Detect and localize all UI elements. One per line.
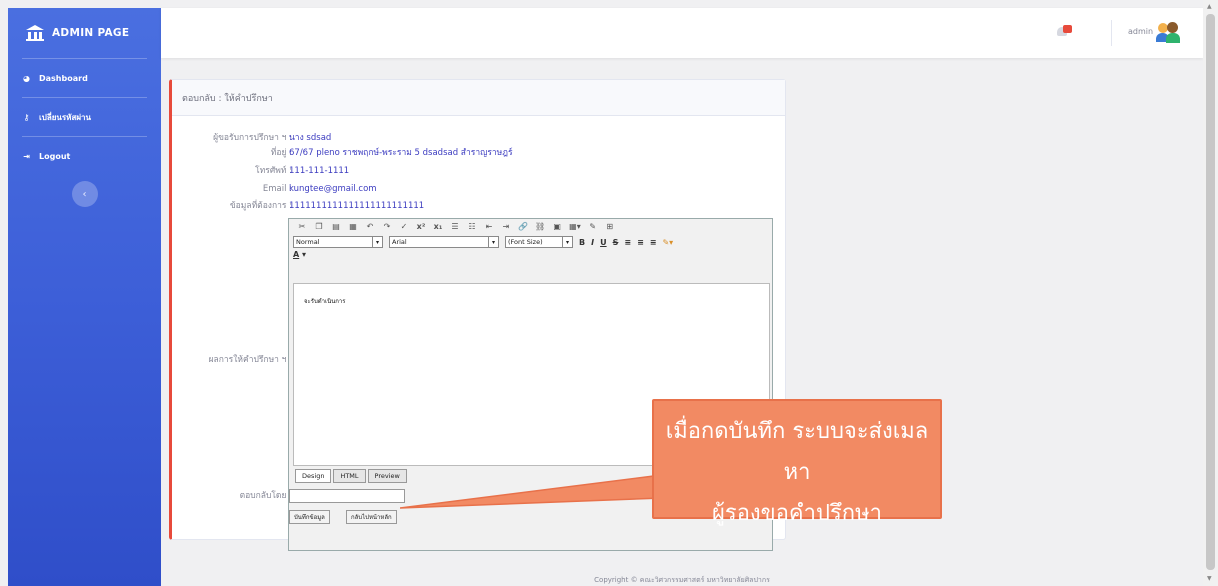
callout-line-2: ผู้รองขอคำปรึกษา [712, 501, 882, 526]
paragraph-style-select[interactable]: Normal ▾ [293, 236, 383, 248]
dashboard-icon: ◕ [23, 73, 30, 83]
italic-icon[interactable]: I [591, 238, 594, 247]
result-label: ผลการให้คำปรึกษา ฯ : [208, 355, 292, 365]
font-family-value: Arial [392, 238, 407, 246]
superscript-icon[interactable]: x² [416, 222, 426, 231]
font-family-select[interactable]: Arial ▾ [389, 236, 499, 248]
link-icon[interactable]: 🔗 [518, 222, 528, 231]
field-label: ข้อมูลที่ต้องการ : [229, 201, 292, 211]
undo-icon[interactable]: ↶ [365, 222, 375, 231]
callout-line-1: เมื่อกดบันทึก ระบบจะส่งเมลหา [665, 419, 929, 485]
card-header: ตอบกลับ : ให้คำปรึกษา [172, 80, 785, 116]
spellcheck-icon[interactable]: ✓ [399, 222, 409, 231]
reply-by-input[interactable] [289, 489, 405, 503]
table-icon[interactable]: ▦▾ [569, 222, 581, 231]
sidebar-item-change-password[interactable]: ⚷ เปลี่ยนรหัสผ่าน [8, 98, 161, 136]
underline-icon[interactable]: U [600, 238, 607, 247]
editor-toolbar-2: Normal ▾ Arial ▾ (Font Size) ▾ B I U S ≡… [289, 234, 772, 250]
paste-icon[interactable]: ▤ [331, 222, 341, 231]
callout-annotation: เมื่อกดบันทึก ระบบจะส่งเมลหา ผู้รองขอคำป… [652, 399, 942, 526]
unordered-list-icon[interactable]: ☷ [467, 222, 477, 231]
field-value: 111-111-1111 [289, 166, 350, 176]
editor-toolbar-1: ✂ ❐ ▤ ▦ ↶ ↷ ✓ x² x₁ ☰ ☷ ⇤ ⇥ 🔗 ⛓ ▣ ▦▾ ✎ ⊞ [289, 219, 772, 234]
editor-text: จะรับดำเนินการ [304, 298, 346, 305]
strikethrough-icon[interactable]: S [613, 238, 619, 247]
alert-badge [1063, 25, 1072, 33]
source-icon[interactable]: ✎ [588, 222, 598, 231]
ordered-list-icon[interactable]: ☰ [450, 222, 460, 231]
cut-icon[interactable]: ✂ [297, 222, 307, 231]
chevron-down-icon: ▾ [488, 237, 498, 247]
field-label: ผู้ขอรับการปรึกษา ฯ : [213, 133, 292, 143]
outdent-icon[interactable]: ⇤ [484, 222, 494, 231]
user-name[interactable]: admin [1128, 27, 1153, 36]
field-value: 1111111111111111111111111 [289, 201, 425, 211]
topbar-divider [1111, 20, 1112, 46]
sidebar-toggle-button[interactable]: ‹ [71, 181, 98, 207]
paste-word-icon[interactable]: ▦ [348, 222, 358, 231]
sidebar-item-label: เปลี่ยนรหัสผ่าน [39, 112, 91, 122]
sidebar-item-label: Dashboard [39, 73, 88, 83]
redo-icon[interactable]: ↷ [382, 222, 392, 231]
tab-design[interactable]: Design [295, 469, 332, 483]
font-color-icon[interactable]: A ▾ [293, 250, 306, 259]
align-center-icon[interactable]: ≡ [637, 238, 644, 247]
logout-icon: ⇥ [23, 151, 30, 161]
sidebar-item-logout[interactable]: ⇥ Logout [8, 137, 161, 175]
scroll-thumb[interactable] [1206, 14, 1215, 570]
indent-icon[interactable]: ⇥ [501, 222, 511, 231]
tab-html[interactable]: HTML [333, 469, 366, 483]
sidebar-item-dashboard[interactable]: ◕ Dashboard [8, 59, 161, 97]
special-char-icon[interactable]: ⊞ [605, 222, 615, 231]
sidebar-item-label: Logout [39, 151, 71, 161]
chevron-left-icon: ‹ [82, 188, 87, 200]
field-label: Email : [262, 184, 292, 194]
brand[interactable]: ADMIN PAGE [8, 8, 161, 58]
font-size-select[interactable]: (Font Size) ▾ [505, 236, 573, 248]
brand-title: ADMIN PAGE [52, 27, 130, 39]
font-size-value: (Font Size) [508, 238, 543, 246]
bold-icon[interactable]: B [579, 238, 585, 247]
chevron-down-icon: ▾ [372, 237, 382, 247]
field-label: โทรศัพท์ : [255, 166, 292, 176]
field-label: ที่อยู่ : [270, 148, 292, 158]
topbar: admin [161, 8, 1203, 58]
sidebar: ADMIN PAGE ◕ Dashboard ⚷ เปลี่ยนรหัสผ่าน… [8, 8, 161, 586]
callout-pointer [400, 475, 664, 509]
field-value: 67/67 pleno ราชพฤกษ์-พระราม 5 dsadsad สำ… [289, 148, 513, 158]
copy-icon[interactable]: ❐ [314, 222, 324, 231]
alerts-bell-icon[interactable] [1057, 24, 1073, 38]
save-button[interactable]: บันทึกข้อมูล [289, 510, 330, 524]
field-value: kungtee@gmail.com [289, 184, 377, 194]
avatar[interactable] [1156, 20, 1180, 44]
align-right-icon[interactable]: ≡ [650, 238, 657, 247]
paragraph-style-value: Normal [296, 238, 320, 246]
highlight-icon[interactable]: ✎▾ [662, 238, 673, 247]
university-icon [26, 25, 44, 41]
back-to-main-button[interactable]: กลับไปหน้าหลัก [346, 510, 397, 524]
unlink-icon[interactable]: ⛓ [535, 222, 545, 231]
editor-toolbar-3: A ▾ [289, 250, 772, 264]
footer-copyright: Copyright © คณะวิศวกรรมศาสตร์ มหาวิทยาลั… [594, 576, 770, 584]
align-left-icon[interactable]: ≡ [624, 238, 631, 247]
chevron-down-icon: ▾ [562, 237, 572, 247]
page-scrollbar[interactable]: ▲ ▼ [1203, 0, 1218, 586]
editor-mode-tabs: Design HTML Preview [295, 469, 407, 483]
scroll-down-icon[interactable]: ▼ [1207, 575, 1212, 582]
key-icon: ⚷ [23, 112, 30, 122]
image-icon[interactable]: ▣ [552, 222, 562, 231]
scroll-up-icon[interactable]: ▲ [1207, 3, 1212, 10]
subscript-icon[interactable]: x₁ [433, 222, 443, 231]
reply-by-label: ตอบกลับโดย : [239, 491, 292, 501]
field-value: นาง sdsad [289, 133, 332, 143]
